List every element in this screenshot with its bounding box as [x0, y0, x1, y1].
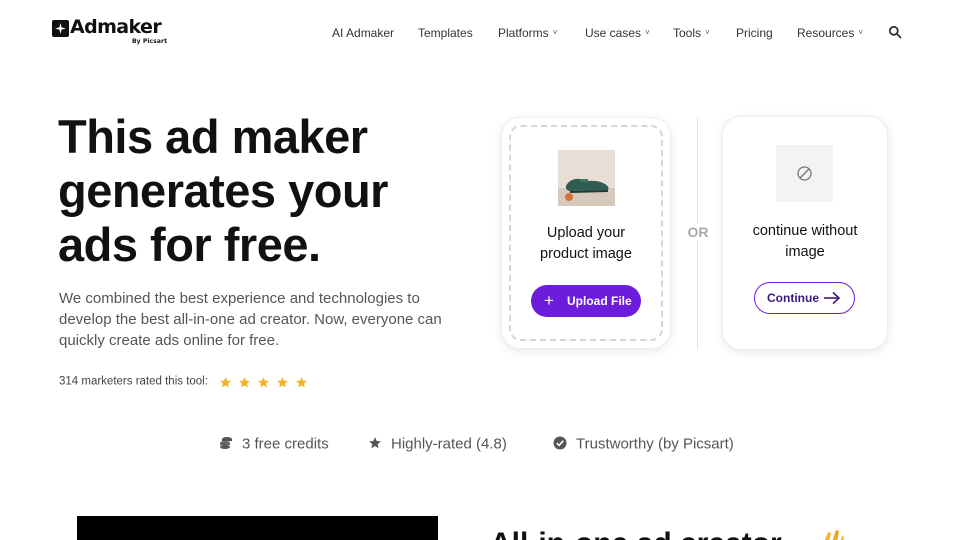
no-image-card-title-line: continue without [752, 223, 858, 239]
emoji-icon [824, 530, 844, 540]
feature-trustworthy: Trustworthy (by Picsart) [553, 435, 734, 453]
chevron-down-icon: ˅ [705, 28, 710, 37]
feature-label: Highly-rated (4.8) [391, 435, 507, 453]
star-icon [369, 437, 381, 449]
search-icon[interactable] [888, 25, 902, 39]
star-icon [239, 377, 251, 388]
or-label: OR [686, 224, 710, 240]
rating-stars [219, 372, 309, 391]
continue-without-image-card[interactable]: continue without image Continue [723, 117, 887, 349]
nav-menu: AI Admaker Templates Platforms ˅ Use case… [0, 26, 960, 42]
feature-highly-rated: Highly-rated (4.8) [368, 435, 507, 453]
product-image-thumbnail [558, 150, 615, 206]
upload-card-title-line: Upload your [546, 225, 626, 241]
nav-item-label: Resources [797, 26, 855, 40]
feature-label: Trustworthy (by Picsart) [576, 435, 734, 453]
check-circle-icon [553, 436, 567, 450]
feature-free-credits: 3 free credits [219, 435, 329, 453]
star-icon [258, 377, 270, 388]
star-icon [296, 377, 308, 388]
continue-label: Continue [767, 291, 819, 305]
upload-card-title: Upload your product image [502, 223, 670, 265]
chevron-down-icon: ˅ [645, 28, 650, 37]
star-icon [277, 377, 289, 388]
nav-item-label: Platforms [498, 26, 549, 40]
chevron-down-icon: ˅ [552, 28, 558, 37]
nav-item-label: Templates [418, 26, 473, 40]
no-image-icon [797, 166, 812, 181]
video-preview[interactable] [77, 516, 438, 540]
top-navigation: Admaker By Picsart AI Admaker Templates … [0, 0, 960, 66]
section-heading: All-in-one ad creator [490, 527, 782, 540]
nav-item-use-cases[interactable]: Use cases ˅ [585, 26, 650, 40]
hero-title-line: ads for free. [58, 218, 321, 271]
continue-button[interactable]: Continue [754, 282, 855, 314]
no-image-card-title-line: image [785, 244, 825, 260]
nav-item-tools[interactable]: Tools ˅ [673, 26, 710, 40]
feature-label: 3 free credits [242, 435, 329, 453]
hero-title: This ad maker generates your ads for fre… [58, 110, 478, 272]
nav-item-pricing[interactable]: Pricing [736, 26, 773, 40]
chevron-down-icon: ˅ [858, 28, 864, 37]
nav-item-label: Tools [673, 26, 702, 40]
nav-item-templates[interactable]: Templates [418, 26, 473, 40]
nav-item-resources[interactable]: Resources ˅ [797, 26, 863, 40]
rating-text: 314 marketers rated this tool: [59, 375, 208, 388]
upload-card[interactable]: Upload your product image + Upload File [502, 118, 670, 348]
hero-title-line: This ad maker [58, 110, 368, 163]
plus-icon: + [544, 291, 554, 310]
rating-row: 314 marketers rated this tool: [59, 371, 309, 389]
upload-file-button[interactable]: + Upload File [531, 285, 641, 317]
no-image-placeholder [776, 145, 833, 202]
nav-item-label: Use cases [585, 26, 642, 40]
star-icon [220, 377, 231, 388]
nav-item-label: AI Admaker [332, 26, 395, 40]
upload-card-title-line: product image [540, 246, 632, 262]
hero-description: We combined the best experience and tech… [59, 290, 442, 349]
nav-item-ai-admaker[interactable]: AI Admaker [332, 26, 394, 40]
no-image-card-title: continue without image [723, 221, 887, 263]
nav-item-label: Pricing [736, 26, 773, 40]
nav-item-platforms[interactable]: Platforms ˅ [498, 26, 557, 40]
hero-title-line: generates your [58, 164, 388, 217]
upload-file-label: Upload File [567, 294, 632, 308]
coins-icon [220, 437, 232, 450]
arrow-right-icon [824, 291, 841, 305]
